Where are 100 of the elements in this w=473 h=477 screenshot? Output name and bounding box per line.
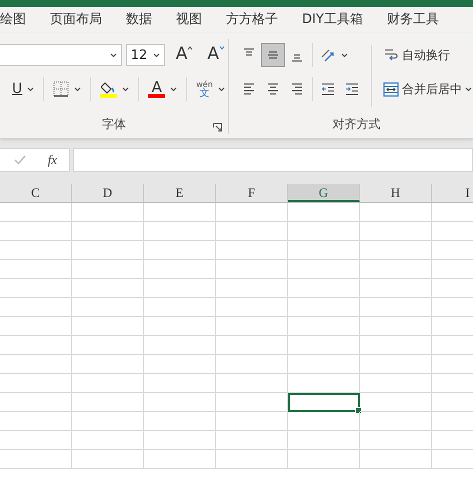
table-cell[interactable] <box>72 203 144 222</box>
table-cell[interactable] <box>216 393 288 412</box>
table-cell[interactable] <box>72 374 144 393</box>
table-cell[interactable] <box>144 374 216 393</box>
table-cell[interactable] <box>144 355 216 374</box>
table-cell[interactable] <box>144 336 216 355</box>
middle-align-button[interactable] <box>262 44 284 66</box>
column-header[interactable]: E <box>144 184 216 202</box>
column-header[interactable]: G <box>288 184 360 202</box>
table-cell[interactable] <box>216 317 288 336</box>
ribbon-tab[interactable]: 方方格子 <box>214 7 290 33</box>
table-cell[interactable] <box>360 374 432 393</box>
table-cell[interactable] <box>360 450 432 469</box>
table-cell[interactable] <box>0 203 72 222</box>
table-cell[interactable] <box>360 279 432 298</box>
wrap-text-button[interactable]: 自动换行 <box>380 42 453 68</box>
table-cell[interactable] <box>144 450 216 469</box>
table-cell[interactable] <box>216 298 288 317</box>
table-cell[interactable] <box>144 317 216 336</box>
table-cell[interactable] <box>144 431 216 450</box>
table-cell[interactable] <box>288 241 360 260</box>
table-cell[interactable] <box>0 317 72 336</box>
table-cell[interactable] <box>288 260 360 279</box>
table-cell[interactable] <box>144 298 216 317</box>
table-cell[interactable] <box>144 241 216 260</box>
ribbon-tab[interactable]: 页面布局 <box>38 7 114 33</box>
table-cell[interactable] <box>0 279 72 298</box>
table-cell[interactable] <box>216 374 288 393</box>
font-size-field[interactable]: 12 <box>126 44 165 66</box>
table-cell[interactable] <box>144 412 216 431</box>
table-cell[interactable] <box>0 450 72 469</box>
table-cell[interactable] <box>144 203 216 222</box>
table-cell[interactable] <box>288 355 360 374</box>
table-cell[interactable] <box>72 260 144 279</box>
column-header[interactable]: D <box>72 184 144 202</box>
table-cell[interactable] <box>360 260 432 279</box>
table-cell[interactable] <box>216 203 288 222</box>
table-cell[interactable] <box>72 355 144 374</box>
table-cell[interactable] <box>144 279 216 298</box>
table-cell[interactable] <box>0 355 72 374</box>
table-cell[interactable] <box>0 298 72 317</box>
table-cell[interactable] <box>360 355 432 374</box>
table-cell[interactable] <box>72 412 144 431</box>
table-cell[interactable] <box>288 374 360 393</box>
table-cell[interactable] <box>360 431 432 450</box>
table-cell[interactable] <box>72 336 144 355</box>
table-cell[interactable] <box>216 450 288 469</box>
merge-center-button[interactable]: 合并后居中 <box>380 76 473 102</box>
table-cell[interactable] <box>72 393 144 412</box>
ribbon-tab[interactable]: DIY工具箱 <box>290 7 375 33</box>
table-cell[interactable] <box>72 317 144 336</box>
table-cell[interactable] <box>360 393 432 412</box>
check-icon[interactable] <box>14 155 26 165</box>
dialog-launcher-icon[interactable] <box>213 123 222 132</box>
ribbon-tab[interactable]: 财务工具 <box>374 7 451 33</box>
shrink-font-button[interactable]: A <box>204 42 228 68</box>
column-header[interactable]: H <box>360 184 432 202</box>
table-cell[interactable] <box>288 450 360 469</box>
phonetic-guide-button[interactable]: wén 文 <box>193 76 228 102</box>
table-cell[interactable] <box>288 222 360 241</box>
table-cell[interactable] <box>288 203 360 222</box>
table-cell[interactable] <box>144 222 216 241</box>
table-cell[interactable] <box>0 412 72 431</box>
font-color-button[interactable]: A <box>145 76 180 102</box>
ribbon-tab[interactable]: 绘图 <box>0 7 38 33</box>
table-cell[interactable] <box>216 222 288 241</box>
table-cell[interactable] <box>360 298 432 317</box>
table-cell[interactable] <box>72 222 144 241</box>
table-cell[interactable] <box>288 317 360 336</box>
column-header[interactable]: C <box>0 184 72 202</box>
table-cell[interactable] <box>216 260 288 279</box>
table-cell[interactable] <box>288 279 360 298</box>
table-cell[interactable] <box>144 393 216 412</box>
ribbon-tab[interactable]: 视图 <box>164 7 214 33</box>
insert-function-button[interactable]: fx <box>46 152 60 168</box>
column-header[interactable]: I <box>432 184 473 202</box>
table-cell[interactable] <box>0 222 72 241</box>
table-cell[interactable] <box>0 260 72 279</box>
table-cell[interactable] <box>288 412 360 431</box>
font-name-field[interactable] <box>0 44 122 66</box>
table-cell[interactable] <box>216 336 288 355</box>
ribbon-tab[interactable]: 数据 <box>114 7 164 33</box>
table-cell[interactable] <box>360 317 432 336</box>
table-cell[interactable] <box>360 336 432 355</box>
table-cell[interactable] <box>0 374 72 393</box>
table-cell[interactable] <box>216 355 288 374</box>
table-cell[interactable] <box>72 298 144 317</box>
table-cell[interactable] <box>72 279 144 298</box>
table-cell[interactable] <box>360 241 432 260</box>
table-cell[interactable] <box>72 431 144 450</box>
table-cell[interactable] <box>144 260 216 279</box>
table-cell[interactable] <box>360 222 432 241</box>
table-cell[interactable] <box>0 241 72 260</box>
table-cell[interactable] <box>0 431 72 450</box>
table-cell[interactable] <box>0 336 72 355</box>
grow-font-button[interactable]: A <box>172 42 196 68</box>
table-cell[interactable] <box>360 203 432 222</box>
table-cell[interactable] <box>288 298 360 317</box>
underline-button[interactable]: U <box>9 76 38 102</box>
table-cell[interactable] <box>288 336 360 355</box>
